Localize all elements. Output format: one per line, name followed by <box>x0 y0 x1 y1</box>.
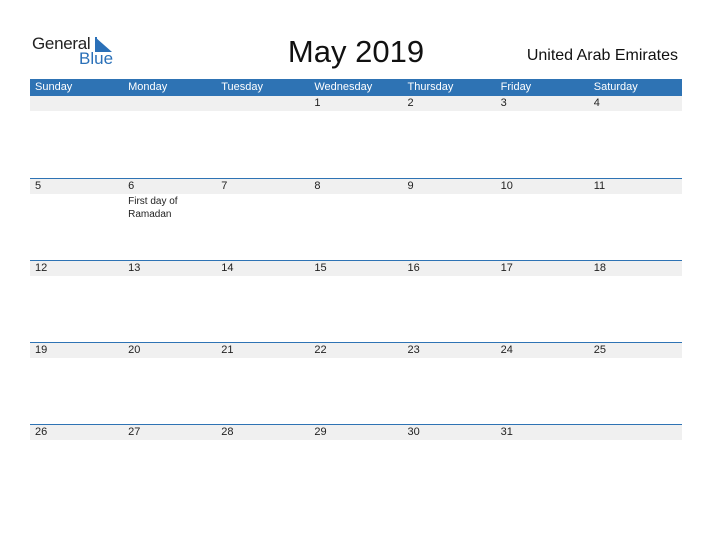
day-event <box>589 276 682 277</box>
weeks-container: 1 2 3 4 5 6 7 8 9 10 11 First day of Ramadan 12 13 14 1… <box>30 96 682 506</box>
day-event: First day of Ramadan <box>128 196 178 220</box>
weekday-sunday: Sunday <box>35 81 73 93</box>
date-strip: 5 6 7 8 9 10 11 <box>30 179 682 194</box>
date-strip: 26 27 28 29 30 31 <box>30 425 682 440</box>
day-number: 18 <box>593 262 606 274</box>
events-row <box>30 358 682 359</box>
day-event <box>589 194 682 221</box>
week-row: 5 6 7 8 9 10 11 First day of Ramadan <box>30 178 682 260</box>
week-row: 12 13 14 15 16 17 18 <box>30 260 682 342</box>
day-event <box>30 358 123 359</box>
day-event <box>496 276 589 277</box>
day-event <box>589 440 682 441</box>
day-number: 30 <box>407 426 420 438</box>
day-number: 11 <box>593 180 606 192</box>
day-number: 7 <box>221 180 228 192</box>
day-number: 22 <box>314 344 327 356</box>
day-event <box>216 358 309 359</box>
events-row: First day of Ramadan <box>30 194 682 221</box>
day-event <box>309 194 402 221</box>
day-number: 28 <box>221 426 234 438</box>
calendar-grid: Sunday Monday Tuesday Wednesday Thursday… <box>30 79 682 506</box>
day-number: 27 <box>128 426 141 438</box>
day-number: 6 <box>128 180 135 192</box>
day-number: 25 <box>593 344 606 356</box>
day-number: 26 <box>35 426 48 438</box>
day-event <box>216 111 309 112</box>
day-number: 2 <box>407 97 414 109</box>
day-event <box>123 276 216 277</box>
day-number: 29 <box>314 426 327 438</box>
date-strip: 1 2 3 4 <box>30 96 682 111</box>
day-number: 3 <box>500 97 507 109</box>
weekday-header: Sunday Monday Tuesday Wednesday Thursday… <box>30 79 682 96</box>
day-number: 9 <box>407 180 414 192</box>
day-event <box>496 358 589 359</box>
day-event <box>309 358 402 359</box>
day-number: 17 <box>500 262 513 274</box>
weekday-friday: Friday <box>500 81 532 93</box>
day-event <box>123 358 216 359</box>
day-event <box>403 440 496 441</box>
day-number: 15 <box>314 262 327 274</box>
events-row <box>30 440 682 441</box>
day-event <box>309 276 402 277</box>
week-row: 26 27 28 29 30 31 <box>30 424 682 506</box>
day-number: 5 <box>35 180 42 192</box>
events-row <box>30 276 682 277</box>
day-event <box>30 440 123 441</box>
day-event <box>589 358 682 359</box>
day-number <box>30 96 123 111</box>
day-number <box>216 96 309 111</box>
day-number: 13 <box>128 262 141 274</box>
day-event <box>589 111 682 112</box>
day-number: 4 <box>593 97 600 109</box>
day-event <box>309 440 402 441</box>
day-number: 20 <box>128 344 141 356</box>
weekday-saturday: Saturday <box>593 81 638 93</box>
country-name: United Arab Emirates <box>526 47 678 64</box>
weekday-monday: Monday <box>128 81 168 93</box>
day-event <box>216 440 309 441</box>
day-event <box>403 111 496 112</box>
day-number <box>123 96 216 111</box>
day-event <box>403 194 496 221</box>
day-event <box>30 194 123 221</box>
day-number: 10 <box>500 180 513 192</box>
week-row: 1 2 3 4 <box>30 96 682 178</box>
day-event <box>403 276 496 277</box>
day-event <box>216 194 309 221</box>
day-event <box>403 358 496 359</box>
day-number: 24 <box>500 344 513 356</box>
day-number: 23 <box>407 344 420 356</box>
day-event <box>496 194 589 221</box>
day-number: 31 <box>500 426 513 438</box>
date-strip: 12 13 14 15 16 17 18 <box>30 261 682 276</box>
day-event <box>496 440 589 441</box>
day-number: 12 <box>35 262 48 274</box>
day-event <box>30 276 123 277</box>
weekday-tuesday: Tuesday <box>221 81 264 93</box>
day-event <box>496 111 589 112</box>
day-number: 1 <box>314 97 321 109</box>
day-number: 16 <box>407 262 420 274</box>
day-event <box>30 111 123 112</box>
day-number <box>589 425 682 440</box>
date-strip: 19 20 21 22 23 24 25 <box>30 343 682 358</box>
weekday-wednesday: Wednesday <box>314 81 373 93</box>
day-event <box>123 111 216 112</box>
day-number: 21 <box>221 344 234 356</box>
events-row <box>30 111 682 112</box>
day-event <box>123 440 216 441</box>
weekday-thursday: Thursday <box>407 81 454 93</box>
day-event <box>309 111 402 112</box>
day-number: 19 <box>35 344 48 356</box>
day-number: 14 <box>221 262 234 274</box>
day-event <box>216 276 309 277</box>
week-row: 19 20 21 22 23 24 25 <box>30 342 682 424</box>
day-number: 8 <box>314 180 321 192</box>
